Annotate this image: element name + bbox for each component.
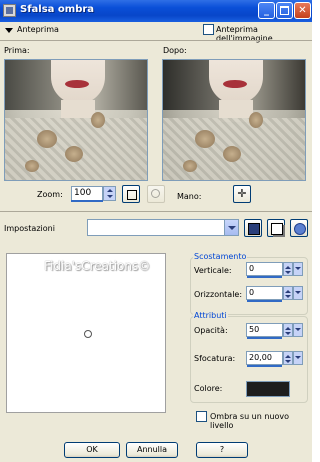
vertical-value: 0 bbox=[249, 264, 255, 273]
cancel-button[interactable]: Annulla bbox=[126, 442, 178, 458]
save-preset-button[interactable] bbox=[244, 219, 262, 237]
maximize-button[interactable] bbox=[276, 2, 293, 19]
pan-label: Mano: bbox=[177, 192, 202, 201]
settings-label: Impostazioni bbox=[4, 224, 55, 233]
blur-value: 20,00 bbox=[249, 353, 272, 362]
new-layer-label[interactable]: Ombra su un nuovo livello bbox=[210, 412, 312, 430]
after-preview-image[interactable] bbox=[162, 59, 306, 181]
blur-label: Sfocatura: bbox=[194, 354, 236, 363]
horizontal-spinner[interactable] bbox=[283, 286, 303, 300]
opacity-input[interactable]: 50 bbox=[246, 323, 283, 339]
reset-button[interactable] bbox=[290, 219, 308, 237]
attributes-group-title: Attributi bbox=[193, 311, 228, 320]
opacity-label: Opacità: bbox=[194, 326, 228, 335]
before-preview-image[interactable] bbox=[4, 59, 148, 181]
new-layer-checkbox[interactable] bbox=[196, 411, 207, 422]
minimize-button[interactable]: _ bbox=[258, 2, 275, 19]
divider bbox=[0, 40, 312, 41]
before-label: Prima: bbox=[4, 46, 30, 55]
opacity-value: 50 bbox=[249, 325, 260, 334]
fit-window-button[interactable] bbox=[122, 185, 140, 203]
zoom-spinner[interactable] bbox=[103, 186, 116, 201]
zoom-label: Zoom: bbox=[37, 190, 63, 199]
vertical-label: Verticale: bbox=[194, 266, 232, 275]
opacity-spinner[interactable] bbox=[283, 323, 303, 337]
settings-dropdown[interactable] bbox=[87, 219, 239, 236]
horizontal-input[interactable]: 0 bbox=[246, 286, 283, 302]
title-bar[interactable]: Sfalsa ombra _ ✕ bbox=[0, 0, 312, 22]
watermark-text: Fidia'sCreations© bbox=[44, 259, 151, 273]
image-preview-checkbox[interactable] bbox=[203, 24, 214, 35]
after-label: Dopo: bbox=[163, 46, 187, 55]
vertical-spinner[interactable] bbox=[283, 262, 303, 276]
collapse-triangle-icon[interactable] bbox=[5, 28, 13, 33]
pan-move-icon[interactable]: ✛ bbox=[233, 185, 251, 203]
color-label: Colore: bbox=[194, 384, 223, 393]
close-button[interactable]: ✕ bbox=[294, 2, 311, 19]
maximize-icon bbox=[280, 6, 289, 15]
zoom-slider-indicator[interactable] bbox=[71, 200, 103, 202]
blur-input[interactable]: 20,00 bbox=[246, 351, 283, 367]
offset-handle[interactable] bbox=[84, 330, 92, 338]
zoom-tool-icon[interactable] bbox=[147, 185, 165, 203]
vertical-input[interactable]: 0 bbox=[246, 262, 283, 278]
randomize-button[interactable] bbox=[267, 219, 285, 237]
shadow-color-swatch[interactable] bbox=[246, 381, 290, 397]
window-title: Sfalsa ombra bbox=[20, 4, 95, 15]
divider bbox=[0, 211, 312, 212]
zoom-input[interactable]: 100 bbox=[71, 186, 103, 201]
ok-button[interactable]: OK bbox=[64, 442, 120, 458]
horizontal-value: 0 bbox=[249, 288, 255, 297]
horizontal-label: Orizzontale: bbox=[194, 290, 243, 299]
preview-toggle-label[interactable]: Anteprima bbox=[17, 25, 59, 34]
blur-spinner[interactable] bbox=[283, 351, 303, 365]
app-icon bbox=[3, 4, 16, 17]
offset-group-title: Scostamento bbox=[193, 252, 248, 261]
chevron-down-icon[interactable] bbox=[224, 220, 238, 235]
dialog-window: Sfalsa ombra _ ✕ Anteprima Anteprima del… bbox=[0, 0, 312, 462]
help-button[interactable]: ? bbox=[196, 442, 248, 458]
